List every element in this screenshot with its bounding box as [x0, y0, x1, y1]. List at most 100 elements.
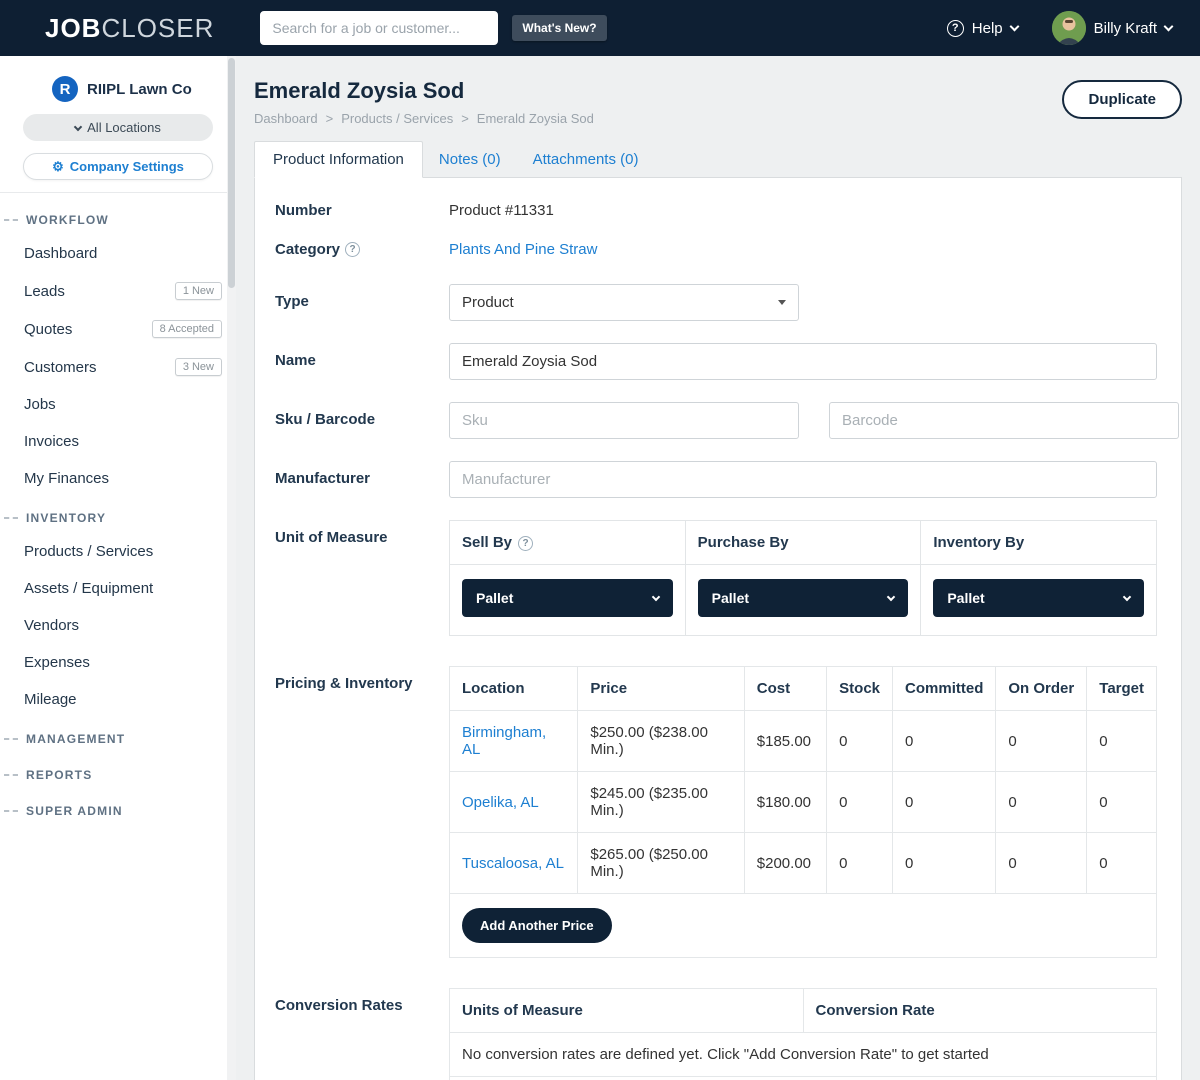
manufacturer-input[interactable] [449, 461, 1157, 498]
logo-text-light: CLOSER [101, 13, 214, 43]
purchase-by-select[interactable]: Pallet [698, 579, 909, 617]
breadcrumb-dashboard[interactable]: Dashboard [254, 111, 318, 126]
dashes-icon [4, 219, 18, 221]
number-label: Number [275, 202, 427, 219]
inventory-by-select[interactable]: Pallet [933, 579, 1144, 617]
sidebar-item-invoices[interactable]: Invoices [0, 423, 236, 460]
breadcrumb-separator: > [326, 111, 334, 126]
name-input[interactable] [449, 343, 1157, 380]
nav-heading-management[interactable]: MANAGEMENT [0, 718, 236, 754]
global-search-input[interactable] [260, 11, 498, 45]
manufacturer-row: Manufacturer [275, 461, 1157, 498]
chevron-down-icon [1009, 21, 1019, 31]
sell-by-label: Sell By [462, 534, 512, 551]
name-label: Name [275, 343, 427, 369]
inventory-by-label: Inventory By [933, 534, 1024, 551]
type-label: Type [275, 284, 427, 310]
sidebar-item-products-services[interactable]: Products / Services [0, 533, 236, 570]
category-link[interactable]: Plants And Pine Straw [449, 241, 597, 258]
sidebar-item-dashboard[interactable]: Dashboard [0, 235, 236, 272]
quotes-badge: 8 Accepted [152, 320, 222, 338]
name-row: Name [275, 343, 1157, 380]
category-label: Category ? [275, 241, 427, 258]
company-name: RIIPL Lawn Co [87, 81, 192, 98]
nav-heading-super-admin[interactable]: SUPER ADMIN [0, 790, 236, 826]
number-row: Number Product #11331 [275, 202, 1157, 219]
company-settings-label: Company Settings [70, 159, 184, 174]
sell-by-select[interactable]: Pallet [462, 579, 673, 617]
help-menu[interactable]: ? Help [947, 20, 1018, 37]
help-icon[interactable]: ? [345, 242, 360, 257]
pricing-table-footer: Add Another Price [449, 894, 1157, 958]
tab-product-information[interactable]: Product Information [254, 141, 423, 178]
conversion-empty-message: No conversion rates are defined yet. Cli… [450, 1033, 1157, 1077]
sidebar-item-leads[interactable]: Leads 1 New [0, 272, 236, 310]
unit-of-measure-table: Sell By ? Pallet [449, 520, 1157, 636]
sidebar-item-jobs[interactable]: Jobs [0, 386, 236, 423]
conversion-rates-table: Units of Measure Conversion Rate No conv… [449, 988, 1157, 1077]
leads-badge: 1 New [175, 282, 222, 300]
tab-attachments[interactable]: Attachments (0) [517, 142, 655, 177]
sidebar-item-mileage[interactable]: Mileage [0, 681, 236, 718]
purchase-by-column: Purchase By Pallet [686, 521, 922, 635]
whats-new-button[interactable]: What's New? [512, 15, 606, 41]
conversion-rates-label: Conversion Rates [275, 988, 427, 1014]
sidebar: R RIIPL Lawn Co All Locations ⚙ Company … [0, 56, 236, 1080]
nav-heading-inventory: INVENTORY [0, 497, 236, 533]
breadcrumb-products-services[interactable]: Products / Services [341, 111, 453, 126]
sidebar-item-quotes[interactable]: Quotes 8 Accepted [0, 310, 236, 348]
sell-by-column: Sell By ? Pallet [450, 521, 686, 635]
sidebar-scrollbar[interactable] [227, 56, 236, 1080]
pricing-inventory-row: Pricing & Inventory Location Price Cost … [275, 666, 1157, 958]
avatar [1052, 11, 1086, 45]
logo-text-bold: JOB [45, 13, 101, 43]
sidebar-item-my-finances[interactable]: My Finances [0, 460, 236, 497]
user-menu[interactable]: Billy Kraft [1052, 11, 1172, 45]
pricing-header-row: Location Price Cost Stock Committed On O… [450, 667, 1157, 711]
sidebar-item-customers[interactable]: Customers 3 New [0, 348, 236, 386]
tab-notes[interactable]: Notes (0) [423, 142, 517, 177]
duplicate-button[interactable]: Duplicate [1062, 80, 1182, 119]
user-name: Billy Kraft [1094, 20, 1157, 37]
location-link[interactable]: Tuscaloosa, AL [462, 855, 564, 872]
chevron-down-icon [1164, 21, 1174, 31]
sidebar-scrollbar-thumb[interactable] [228, 58, 235, 288]
breadcrumb: Dashboard > Products / Services > Emeral… [254, 111, 594, 126]
sidebar-item-assets-equipment[interactable]: Assets / Equipment [0, 570, 236, 607]
type-select[interactable]: Product [449, 284, 799, 321]
help-label: Help [972, 20, 1003, 37]
sidebar-item-expenses[interactable]: Expenses [0, 644, 236, 681]
sku-barcode-row: Sku / Barcode [275, 402, 1157, 439]
inventory-by-column: Inventory By Pallet [921, 521, 1156, 635]
dropdown-arrow-icon [778, 300, 786, 305]
table-row: Opelika, AL $245.00 ($235.00 Min.) $180.… [450, 772, 1157, 833]
gear-icon: ⚙ [52, 159, 64, 175]
topbar: JOBCLOSER What's New? ? Help Billy Kraft [0, 0, 1200, 56]
add-another-price-button[interactable]: Add Another Price [462, 908, 612, 943]
pricing-inventory-label: Pricing & Inventory [275, 666, 427, 692]
location-link[interactable]: Birmingham, AL [462, 724, 546, 758]
sku-input[interactable] [449, 402, 799, 439]
product-information-card: Number Product #11331 Category ? Plants … [254, 177, 1182, 1080]
unit-of-measure-label: Unit of Measure [275, 520, 427, 546]
unit-of-measure-row: Unit of Measure Sell By ? Pallet [275, 520, 1157, 636]
dashes-icon [4, 517, 18, 519]
nav-heading-reports[interactable]: REPORTS [0, 754, 236, 790]
company-settings-button[interactable]: ⚙ Company Settings [23, 153, 213, 180]
nav-heading-workflow: WORKFLOW [0, 199, 236, 235]
app-logo: JOBCLOSER [45, 13, 214, 44]
purchase-by-label: Purchase By [698, 534, 789, 551]
main-content: Emerald Zoysia Sod Dashboard > Products … [236, 56, 1200, 1080]
location-link[interactable]: Opelika, AL [462, 794, 539, 811]
table-row: Tuscaloosa, AL $265.00 ($250.00 Min.) $2… [450, 833, 1157, 894]
type-select-value: Product [462, 294, 514, 311]
barcode-input[interactable] [829, 402, 1179, 439]
help-icon[interactable]: ? [518, 536, 533, 551]
company-logo: R [52, 76, 78, 102]
tab-bar: Product Information Notes (0) Attachment… [254, 140, 1182, 177]
all-locations-dropdown[interactable]: All Locations [23, 114, 213, 141]
chevron-down-icon [74, 122, 82, 130]
sidebar-item-vendors[interactable]: Vendors [0, 607, 236, 644]
dashes-icon [4, 738, 18, 740]
breadcrumb-current: Emerald Zoysia Sod [477, 111, 594, 126]
